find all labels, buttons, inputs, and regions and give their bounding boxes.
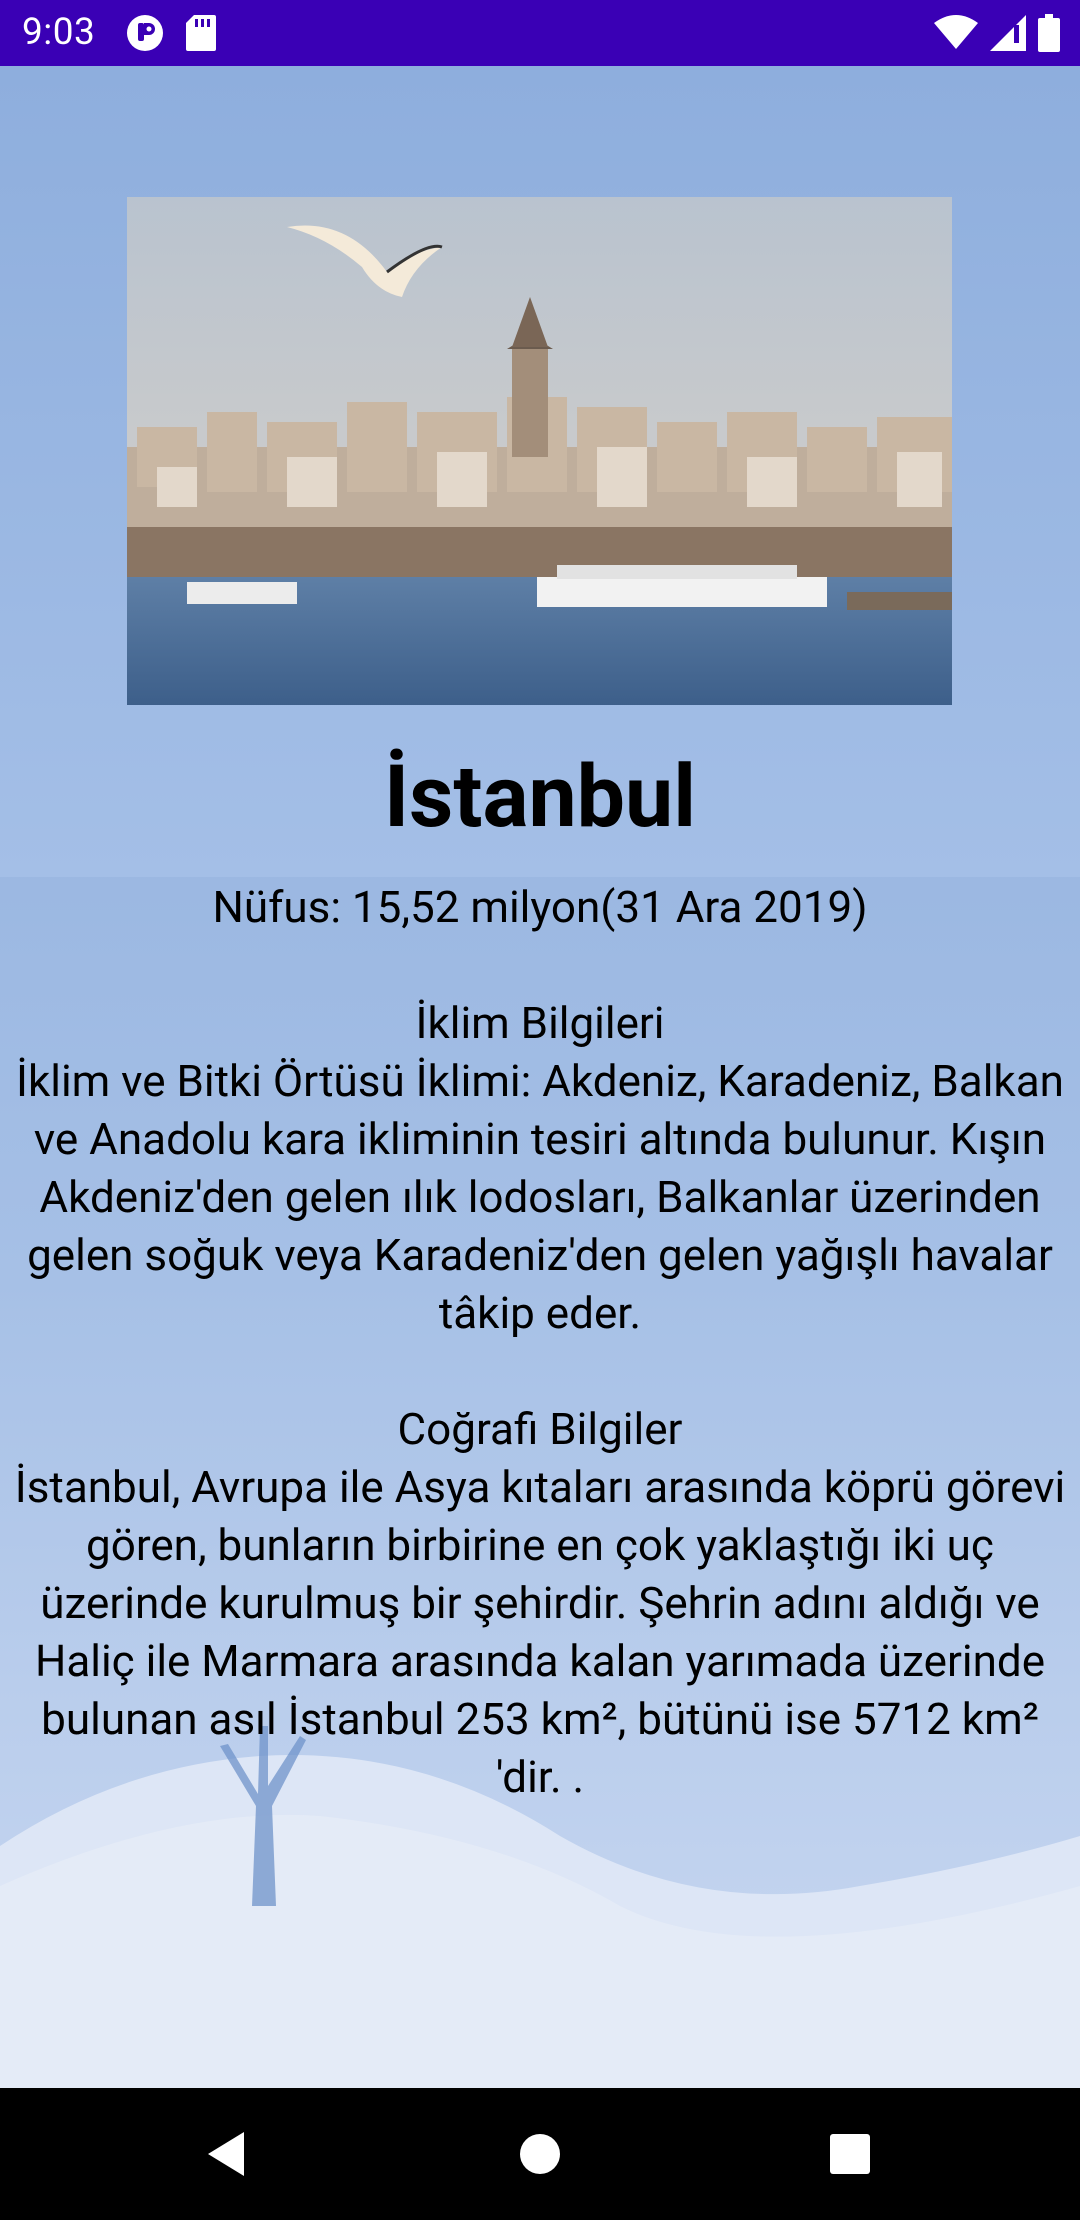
status-time: 9:03 [22, 11, 96, 54]
recents-icon [830, 2134, 870, 2174]
geography-heading: Coğrafi Bilgiler [397, 1403, 683, 1455]
home-icon [520, 2134, 560, 2174]
navigation-bar [0, 2088, 1080, 2220]
sd-card-icon [186, 15, 216, 51]
content-area: İstanbul Nüfus: 15,52 milyon(31 Ara 2019… [0, 66, 1080, 2088]
city-photo [127, 197, 952, 705]
battery-icon [1038, 14, 1060, 52]
home-button[interactable] [512, 2126, 568, 2182]
city-title: İstanbul [384, 746, 696, 847]
back-button[interactable] [198, 2126, 254, 2182]
status-bar: 9:03 [0, 0, 1080, 66]
city-info: Nüfus: 15,52 milyon(31 Ara 2019) İklim B… [0, 878, 1080, 1806]
signal-icon [990, 15, 1026, 51]
wifi-icon [934, 15, 978, 51]
status-left-icons [126, 14, 216, 52]
climate-text: İklim ve Bitki Örtüsü İklimi: Akdeniz, K… [16, 1055, 1064, 1339]
population-text: Nüfus: 15,52 milyon(31 Ara 2019) [212, 881, 868, 933]
geography-text: İstanbul, Avrupa ile Asya kıtaları arası… [14, 1461, 1066, 1803]
status-right-icons [934, 14, 1060, 52]
back-icon [208, 2132, 244, 2176]
notification-app-icon [126, 14, 164, 52]
recents-button[interactable] [822, 2126, 878, 2182]
climate-heading: İklim Bilgileri [415, 997, 665, 1049]
